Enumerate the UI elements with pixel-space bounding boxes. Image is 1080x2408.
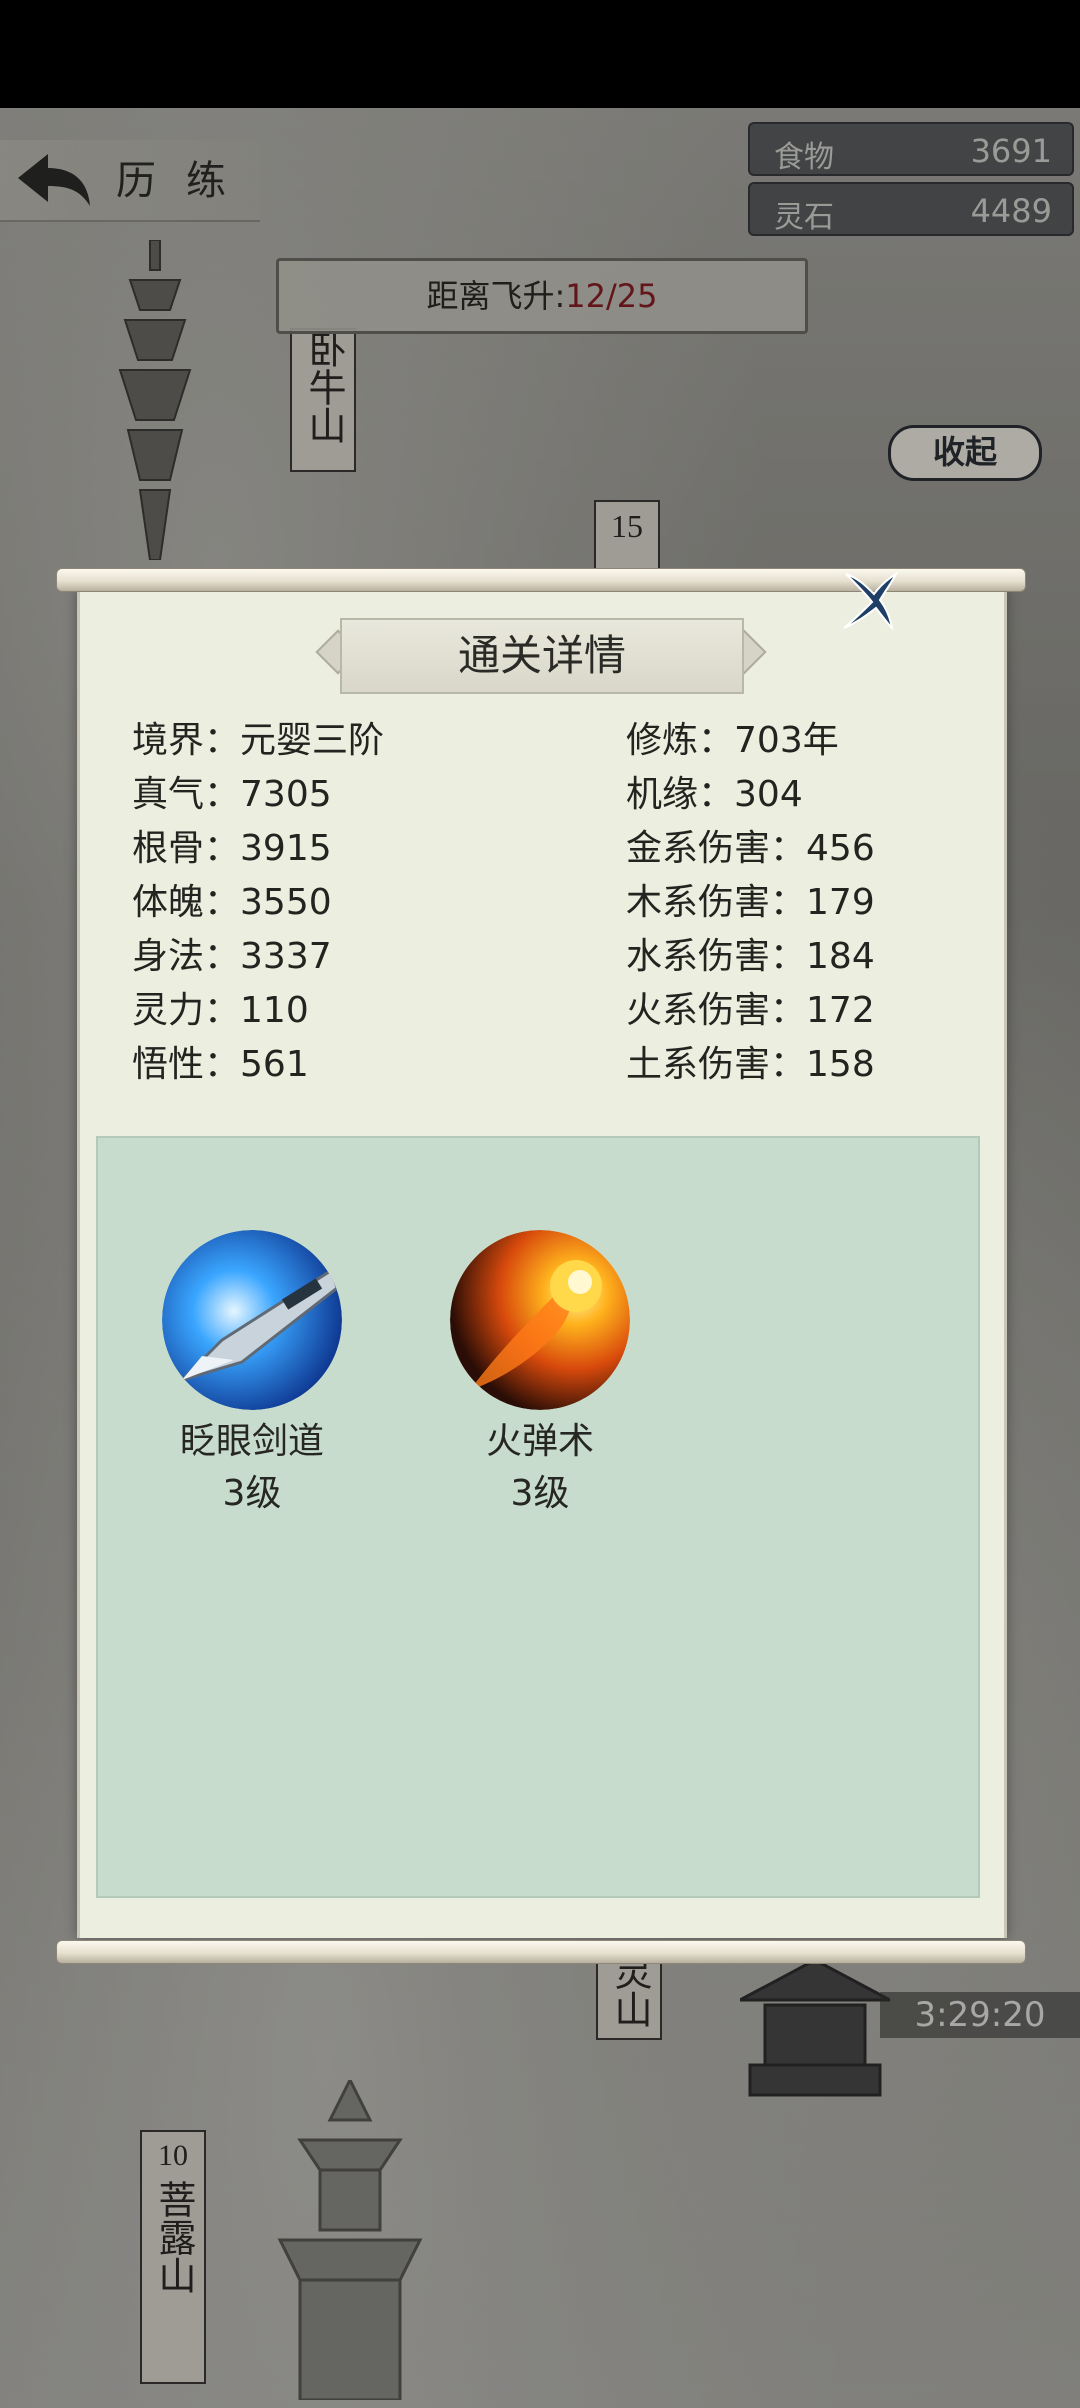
stat-label: 悟性： xyxy=(132,1044,241,1085)
fireball-skill-icon[interactable] xyxy=(450,1230,630,1410)
stat-label: 根骨： xyxy=(132,828,241,869)
stat-realm: 境界：元婴三阶 xyxy=(132,716,384,766)
stat-fire-damage: 火系伤害：172 xyxy=(626,986,875,1036)
stat-label: 金系伤害： xyxy=(626,828,807,869)
stat-water-damage: 水系伤害：184 xyxy=(626,932,875,982)
stat-value: 561 xyxy=(240,1044,309,1085)
stat-value: 456 xyxy=(806,828,875,869)
status-bar xyxy=(0,0,1080,108)
stat-label: 境界： xyxy=(132,720,241,761)
stat-label: 火系伤害： xyxy=(626,990,807,1031)
stat-value: 元婴三阶 xyxy=(240,720,385,761)
stat-bone: 根骨：3915 xyxy=(132,824,332,874)
stat-value: 172 xyxy=(806,990,875,1031)
stat-value: 110 xyxy=(240,990,309,1031)
stat-label: 体魄： xyxy=(132,882,241,923)
stat-cultivation: 修炼：703年 xyxy=(626,716,839,766)
stat-value: 7305 xyxy=(240,774,332,815)
skill-name: 眨眼剑道 xyxy=(179,1421,324,1462)
stat-value: 3915 xyxy=(240,828,332,869)
stat-value: 179 xyxy=(806,882,875,923)
stat-label: 修炼： xyxy=(626,720,735,761)
stat-spirit-power: 灵力：110 xyxy=(132,986,309,1036)
stat-qi: 真气：7305 xyxy=(132,770,332,820)
stat-physique: 体魄：3550 xyxy=(132,878,332,928)
stat-value: 158 xyxy=(806,1044,875,1085)
close-icon[interactable] xyxy=(836,568,900,632)
stat-label: 真气： xyxy=(132,774,241,815)
stat-value: 3337 xyxy=(240,936,332,977)
dialog-title: 通关详情 xyxy=(340,618,744,694)
stat-wood-damage: 木系伤害：179 xyxy=(626,878,875,928)
stat-value: 304 xyxy=(734,774,803,815)
stat-label: 灵力： xyxy=(132,990,241,1031)
stat-label: 机缘： xyxy=(626,774,735,815)
sword-skill-icon[interactable] xyxy=(162,1230,342,1410)
skill-level: 3级 xyxy=(222,1473,282,1514)
stat-label: 身法： xyxy=(132,936,241,977)
skill-level: 3级 xyxy=(510,1473,570,1514)
scroll-rod-bottom xyxy=(56,1940,1026,1964)
stat-label: 水系伤害： xyxy=(626,936,807,977)
stat-value: 184 xyxy=(806,936,875,977)
stat-value: 3550 xyxy=(240,882,332,923)
stat-label: 土系伤害： xyxy=(626,1044,807,1085)
stat-earth-damage: 土系伤害：158 xyxy=(626,1040,875,1090)
stat-metal-damage: 金系伤害：456 xyxy=(626,824,875,874)
stat-value: 703年 xyxy=(734,720,839,761)
stat-agility: 身法：3337 xyxy=(132,932,332,982)
stat-comprehension: 悟性：561 xyxy=(132,1040,309,1090)
stat-fortune: 机缘：304 xyxy=(626,770,803,820)
skill-name: 火弹术 xyxy=(485,1421,594,1462)
stat-label: 木系伤害： xyxy=(626,882,807,923)
